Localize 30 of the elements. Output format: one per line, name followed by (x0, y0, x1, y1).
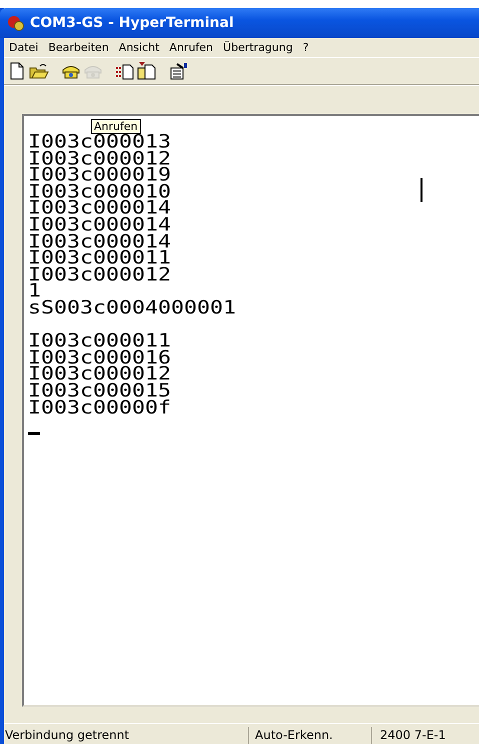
terminal-line: I003c000014 (28, 232, 171, 251)
window-title: COM3-GS - HyperTerminal (30, 15, 234, 31)
status-text: 2400 7-E-1 (379, 727, 446, 744)
terminal-line: I003c000015 (28, 382, 171, 400)
menu-item[interactable]: Datei (4, 41, 44, 54)
terminal-line: I003c000012 (28, 150, 171, 168)
menu-item[interactable]: ? (298, 41, 314, 54)
terminal-line: I003c000016 (28, 349, 171, 367)
terminal-line: I003c000012 (28, 366, 171, 384)
terminal-line: I003c000014 (28, 216, 171, 234)
status-text: Verbindung getrennt (3, 727, 249, 744)
tooltip: Anrufen (91, 119, 141, 134)
text-caret (28, 432, 40, 436)
terminal-line: I003c000019 (28, 166, 171, 184)
menu-item[interactable]: Bearbeiten (43, 41, 114, 54)
terminal-line: I003c00000f (28, 398, 171, 417)
terminal-line: I003c000013 (28, 133, 171, 152)
terminal-line: I003c000012 (28, 266, 171, 284)
terminal-line: sS003c0004000001 (28, 299, 236, 318)
properties-button[interactable] (168, 60, 190, 82)
terminal-line: I003c000011 (28, 250, 171, 268)
terminal-line: I003c000011 (28, 332, 171, 350)
menu-item[interactable]: Anrufen (164, 41, 218, 54)
terminal-line: 1 (28, 282, 42, 301)
menu-item[interactable]: Übertragung (218, 41, 298, 54)
menu-item[interactable]: Ansicht (114, 41, 164, 54)
text-cursor-icon (420, 178, 423, 202)
status-text: Auto-Erkenn. (249, 727, 372, 744)
terminal-line: I003c000014 (28, 200, 171, 218)
receive-file-button[interactable] (136, 60, 158, 82)
